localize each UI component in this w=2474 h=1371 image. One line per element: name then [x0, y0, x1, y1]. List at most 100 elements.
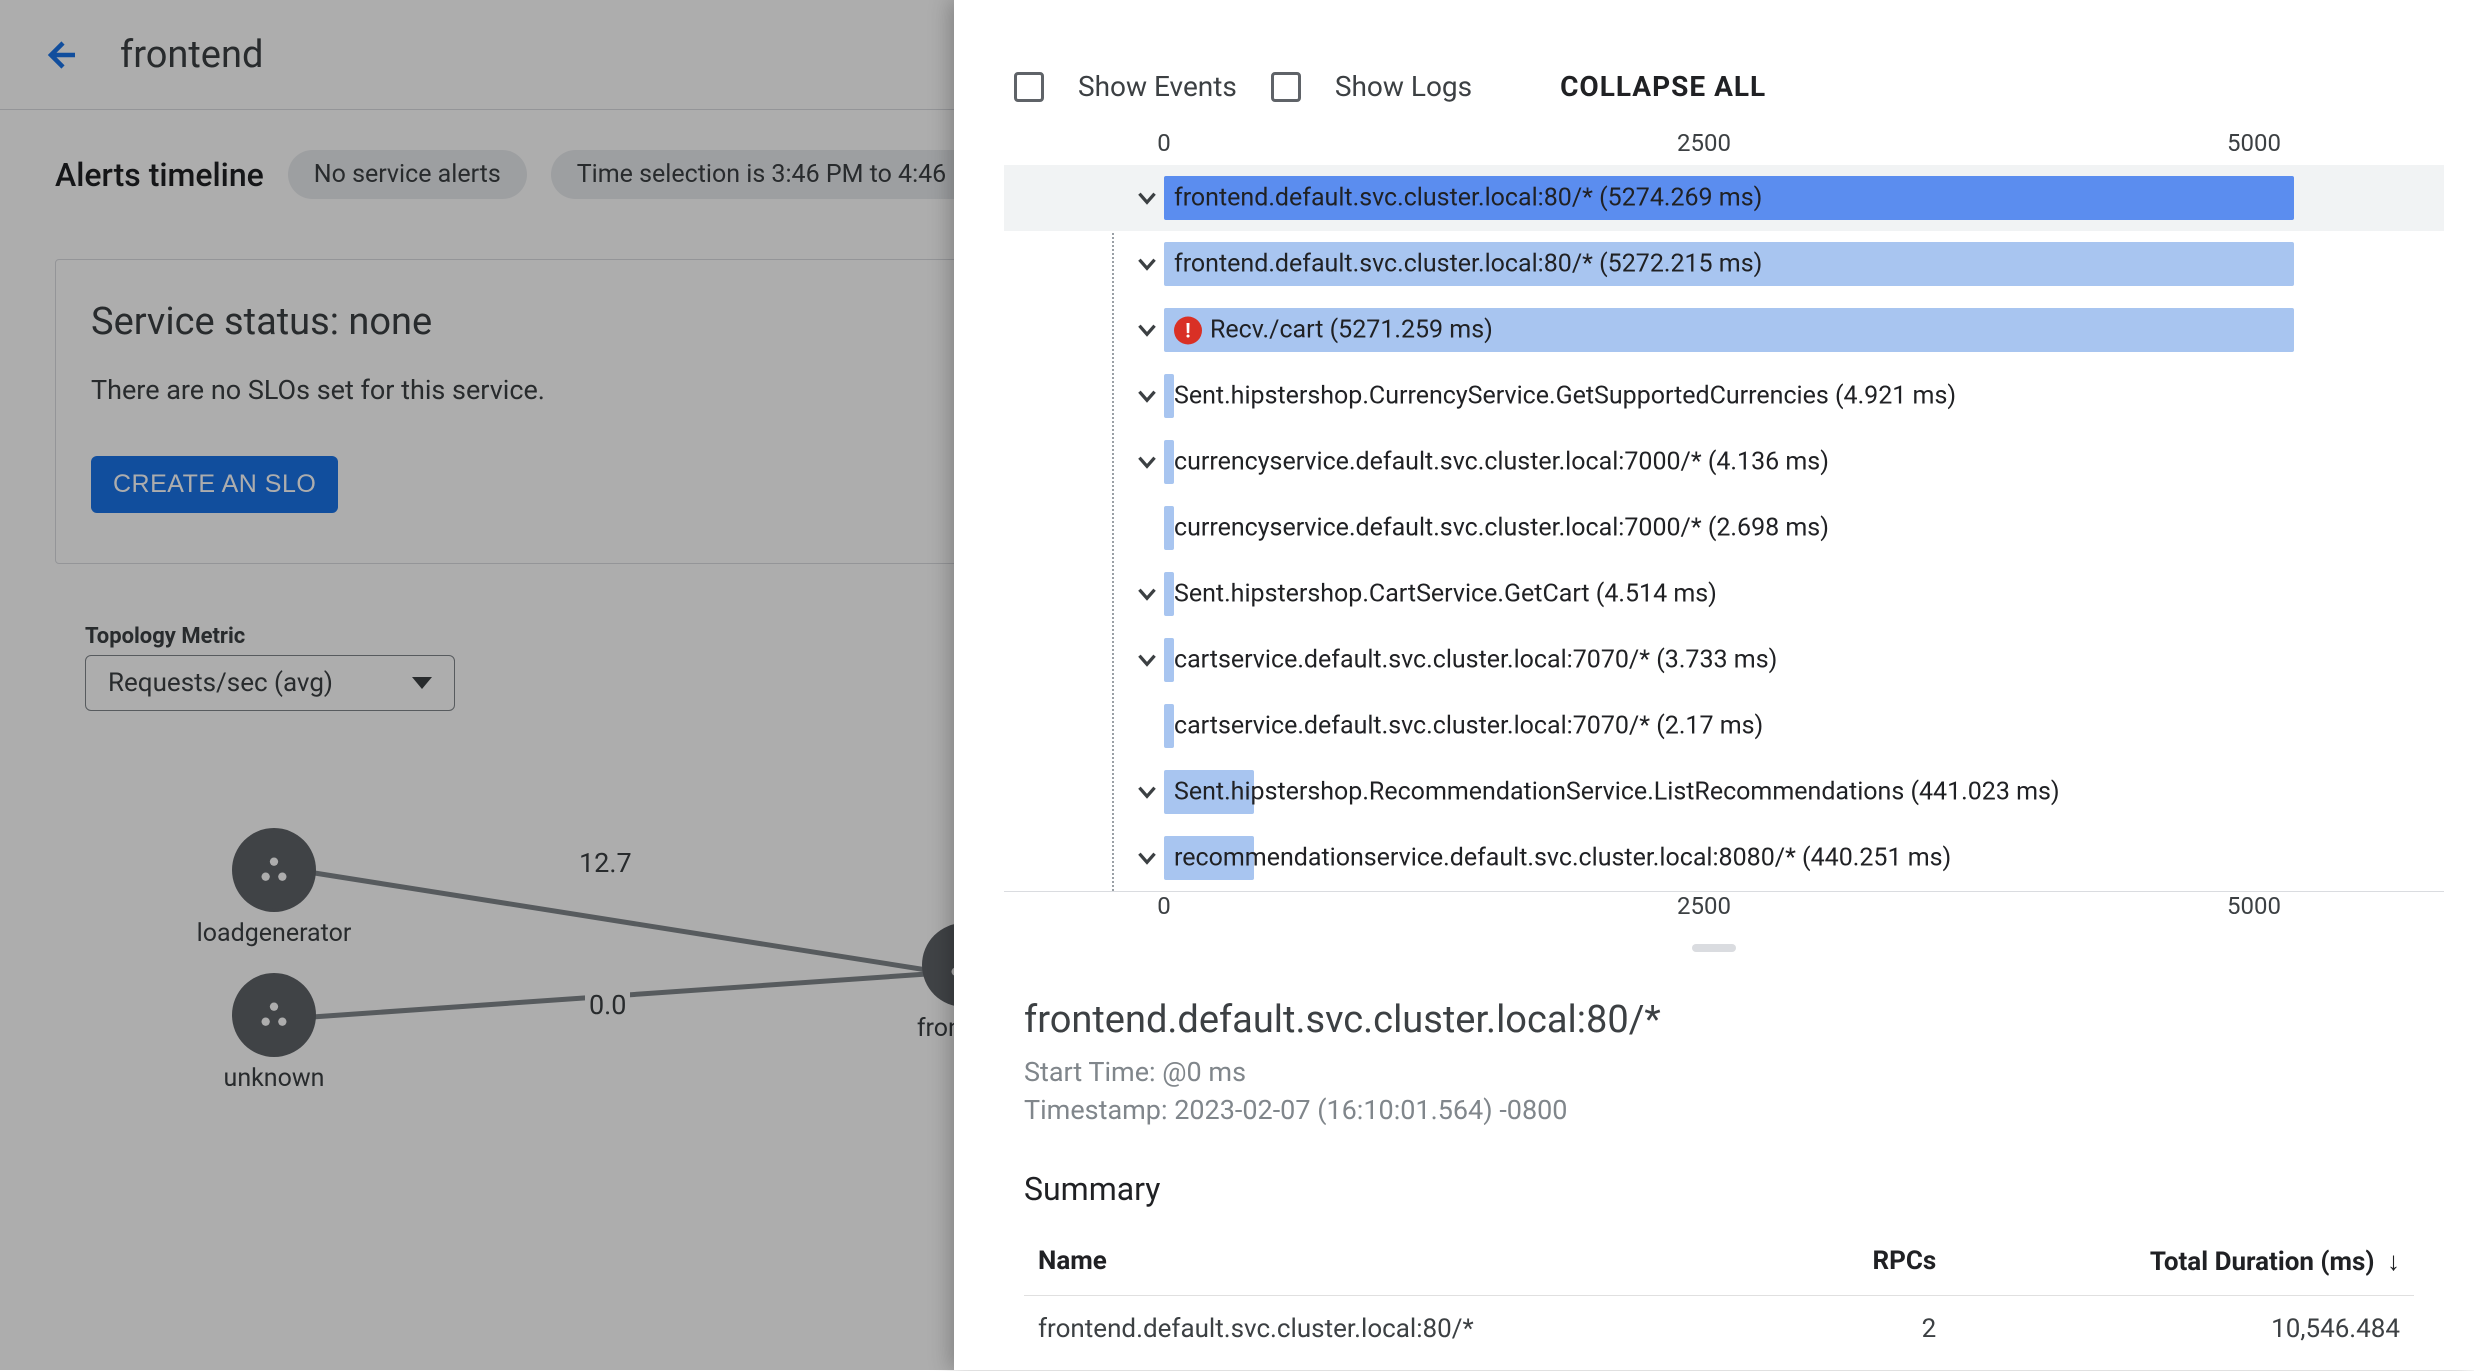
- error-icon: !: [1174, 317, 1202, 345]
- page-title: frontend: [120, 33, 263, 77]
- span-label-text: recommendationservice.default.svc.cluste…: [1174, 844, 1951, 873]
- node-loadgenerator[interactable]: [235, 831, 313, 909]
- span-bar[interactable]: [1164, 572, 1174, 616]
- show-events-label: Show Events: [1078, 70, 1237, 103]
- topology-metric-select[interactable]: Requests/sec (avg): [85, 655, 455, 711]
- panel-resize-handle[interactable]: [954, 928, 2474, 968]
- panel-controls: Show Events Show Logs COLLAPSE ALL: [954, 0, 2474, 129]
- span-row[interactable]: frontend.default.svc.cluster.local:80/* …: [1004, 231, 2444, 297]
- chevron-down-icon[interactable]: [1134, 581, 1160, 607]
- span-label: currencyservice.default.svc.cluster.loca…: [1174, 514, 1829, 543]
- span-label-text: cartservice.default.svc.cluster.local:70…: [1174, 712, 1763, 741]
- span-label-text: frontend.default.svc.cluster.local:80/* …: [1174, 184, 1762, 213]
- chevron-down-icon[interactable]: [1134, 185, 1160, 211]
- span-row[interactable]: cartservice.default.svc.cluster.local:70…: [1004, 627, 2444, 693]
- span-bar[interactable]: [1164, 638, 1174, 682]
- alerts-timeline-label: Alerts timeline: [55, 156, 264, 194]
- details-start-time: Start Time: @0 ms: [1024, 1056, 1246, 1088]
- span-row[interactable]: recommendationservice.default.svc.cluste…: [1004, 825, 2444, 891]
- sort-desc-icon: ↓: [2387, 1247, 2400, 1277]
- trace-timeline: 0 2500 5000 frontend.default.svc.cluster…: [1004, 129, 2444, 928]
- show-logs-label: Show Logs: [1335, 70, 1472, 103]
- span-label: frontend.default.svc.cluster.local:80/* …: [1174, 184, 1762, 213]
- span-label-text: currencyservice.default.svc.cluster.loca…: [1174, 448, 1829, 477]
- span-list: frontend.default.svc.cluster.local:80/* …: [1004, 165, 2444, 892]
- span-label: cartservice.default.svc.cluster.local:70…: [1174, 712, 1763, 741]
- span-row[interactable]: currencyservice.default.svc.cluster.loca…: [1004, 429, 2444, 495]
- timeline-ruler-top: 0 2500 5000: [1004, 129, 2444, 165]
- edge-label-uk-fe: 0.0: [585, 989, 630, 1021]
- arrow-left-icon: [42, 37, 78, 73]
- span-label-text: Sent.hipstershop.RecommendationService.L…: [1174, 778, 2060, 807]
- details-timestamp: Timestamp: 2023-02-07 (16:10:01.564) -08…: [1024, 1094, 1567, 1126]
- chevron-down-icon: [412, 677, 432, 689]
- chevron-down-icon[interactable]: [1134, 647, 1160, 673]
- table-header-row: Name RPCs Total Duration (ms) ↓: [1024, 1228, 2414, 1296]
- summary-table: Name RPCs Total Duration (ms) ↓ frontend…: [1024, 1228, 2414, 1362]
- axis-tick: 5000: [2227, 892, 2281, 920]
- chip-no-alerts[interactable]: No service alerts: [288, 150, 527, 199]
- span-label-text: Recv./cart (5271.259 ms): [1210, 316, 1493, 345]
- node-label-loadgenerator: loadgenerator: [197, 919, 352, 948]
- chevron-down-icon[interactable]: [1134, 317, 1160, 343]
- span-bar[interactable]: [1164, 374, 1174, 418]
- span-label: Sent.hipstershop.RecommendationService.L…: [1174, 778, 2060, 807]
- cell-rpcs: 2: [1797, 1295, 1950, 1362]
- edge-loadgenerator-frontend: [305, 869, 938, 974]
- span-label: currencyservice.default.svc.cluster.loca…: [1174, 448, 1829, 477]
- span-label: recommendationservice.default.svc.cluste…: [1174, 844, 1951, 873]
- span-bar[interactable]: [1164, 506, 1174, 550]
- show-events-checkbox[interactable]: [1014, 72, 1044, 102]
- col-name[interactable]: Name: [1024, 1228, 1797, 1296]
- span-label-text: Sent.hipstershop.CurrencyService.GetSupp…: [1174, 382, 1956, 411]
- span-label: Sent.hipstershop.CurrencyService.GetSupp…: [1174, 382, 1956, 411]
- span-row[interactable]: currencyservice.default.svc.cluster.loca…: [1004, 495, 2444, 561]
- span-bar[interactable]: [1164, 704, 1174, 748]
- span-row[interactable]: Sent.hipstershop.RecommendationService.L…: [1004, 759, 2444, 825]
- axis-tick: 2500: [1677, 892, 1731, 920]
- cell-duration: 10,546.484: [1950, 1295, 2414, 1362]
- back-button[interactable]: [40, 35, 80, 75]
- trace-panel: Show Events Show Logs COLLAPSE ALL 0 250…: [954, 0, 2474, 1370]
- summary-heading: Summary: [1024, 1170, 2414, 1208]
- collapse-all-button[interactable]: COLLAPSE ALL: [1560, 70, 1766, 103]
- timeline-ruler-bottom: 0 2500 5000: [1004, 892, 2444, 928]
- details-title: frontend.default.svc.cluster.local:80/*: [1024, 998, 2414, 1042]
- node-label-unknown: unknown: [224, 1064, 325, 1093]
- col-rpcs[interactable]: RPCs: [1797, 1228, 1950, 1296]
- service-node-icon: [254, 995, 294, 1035]
- chevron-down-icon[interactable]: [1134, 779, 1160, 805]
- col-duration[interactable]: Total Duration (ms) ↓: [1950, 1228, 2414, 1296]
- col-duration-label: Total Duration (ms): [2150, 1247, 2375, 1277]
- span-label: frontend.default.svc.cluster.local:80/* …: [1174, 250, 1762, 279]
- span-label: ! Recv./cart (5271.259 ms): [1174, 316, 1493, 345]
- span-row[interactable]: Sent.hipstershop.CartService.GetCart (4.…: [1004, 561, 2444, 627]
- span-label-text: Sent.hipstershop.CartService.GetCart (4.…: [1174, 580, 1717, 609]
- show-logs-checkbox[interactable]: [1271, 72, 1301, 102]
- span-label-text: frontend.default.svc.cluster.local:80/* …: [1174, 250, 1762, 279]
- table-row[interactable]: frontend.default.svc.cluster.local:80/* …: [1024, 1295, 2414, 1362]
- topology-metric-value: Requests/sec (avg): [108, 668, 333, 698]
- edge-label-lg-fe: 12.7: [575, 847, 636, 879]
- span-row[interactable]: ! Recv./cart (5271.259 ms): [1004, 297, 2444, 363]
- service-node-icon: [254, 850, 294, 890]
- axis-tick: 2500: [1677, 129, 1731, 157]
- axis-tick: 0: [1157, 129, 1171, 157]
- chevron-down-icon[interactable]: [1134, 383, 1160, 409]
- span-bar[interactable]: [1164, 440, 1174, 484]
- span-label: cartservice.default.svc.cluster.local:70…: [1174, 646, 1777, 675]
- details-subtitle: Start Time: @0 ms Timestamp: 2023-02-07 …: [1024, 1054, 2414, 1130]
- span-row[interactable]: cartservice.default.svc.cluster.local:70…: [1004, 693, 2444, 759]
- span-row[interactable]: frontend.default.svc.cluster.local:80/* …: [1004, 165, 2444, 231]
- chevron-down-icon[interactable]: [1134, 845, 1160, 871]
- create-slo-button[interactable]: CREATE AN SLO: [91, 456, 338, 513]
- cell-name: frontend.default.svc.cluster.local:80/*: [1024, 1295, 1797, 1362]
- chevron-down-icon[interactable]: [1134, 251, 1160, 277]
- span-row[interactable]: Sent.hipstershop.CurrencyService.GetSupp…: [1004, 363, 2444, 429]
- span-label: Sent.hipstershop.CartService.GetCart (4.…: [1174, 580, 1717, 609]
- node-unknown[interactable]: [235, 976, 313, 1054]
- chevron-down-icon[interactable]: [1134, 449, 1160, 475]
- axis-tick: 5000: [2227, 129, 2281, 157]
- axis-tick: 0: [1157, 892, 1171, 920]
- span-label-text: currencyservice.default.svc.cluster.loca…: [1174, 514, 1829, 543]
